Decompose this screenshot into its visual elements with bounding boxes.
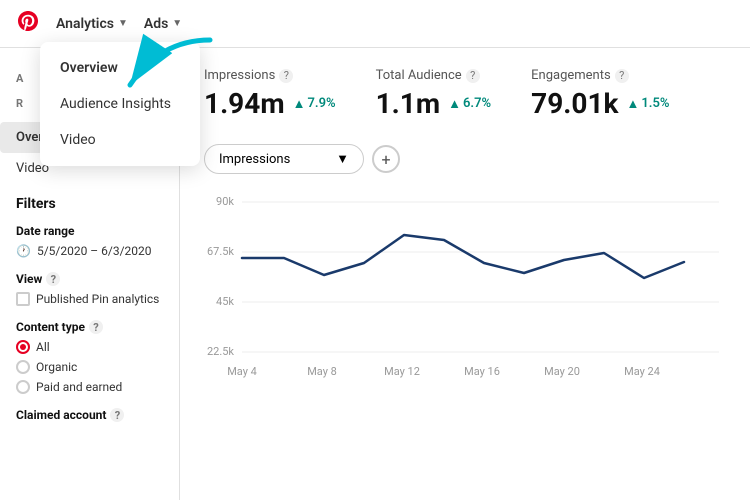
engagements-up-icon: ▲: [626, 96, 639, 112]
svg-text:May 8: May 8: [307, 365, 337, 378]
ads-label: Ads: [144, 16, 168, 32]
filters-section: Filters Date range 🕐 5/5/2020 – 6/3/2020…: [0, 184, 179, 448]
metric-impressions-value: 1.94m ▲ 7.9%: [204, 87, 336, 120]
metric-engagements-value: 79.01k ▲ 1.5%: [531, 87, 669, 120]
filters-title: Filters: [16, 196, 163, 212]
ads-nav-item[interactable]: Ads ▼: [144, 16, 182, 32]
view-help-icon: ?: [46, 272, 60, 286]
metric-select[interactable]: Impressions ▼: [204, 144, 364, 174]
view-label: View ?: [16, 272, 163, 286]
audience-up-icon: ▲: [448, 96, 461, 112]
dropdown-item-overview[interactable]: Overview: [40, 50, 200, 86]
dropdown-item-audience-insights[interactable]: Audience Insights: [40, 86, 200, 122]
content-type-filter: Content type ? All Organic Paid and earn…: [16, 320, 163, 394]
top-nav: Analytics ▼ Ads ▼: [0, 0, 750, 48]
content-type-options: All Organic Paid and earned: [16, 340, 163, 394]
metric-impressions-title: Impressions ?: [204, 68, 336, 83]
content-type-help-icon: ?: [89, 320, 103, 334]
claimed-account-filter: Claimed account ?: [16, 408, 163, 422]
content-type-label: Content type ?: [16, 320, 163, 334]
metric-impressions: Impressions ? 1.94m ▲ 7.9%: [204, 68, 336, 120]
metric-engagements: Engagements ? 79.01k ▲ 1.5%: [531, 68, 669, 120]
date-range-value[interactable]: 🕐 5/5/2020 – 6/3/2020: [16, 244, 163, 258]
audience-help-icon: ?: [466, 69, 480, 83]
svg-text:May 20: May 20: [544, 365, 580, 378]
ads-chevron-icon: ▼: [172, 18, 182, 29]
audience-change: ▲ 6.7%: [448, 96, 491, 112]
checkbox-box: [16, 292, 30, 306]
main-content: Impressions ? 1.94m ▲ 7.9% Total Audienc…: [180, 48, 750, 500]
radio-item-all[interactable]: All: [16, 340, 163, 354]
chart-wrapper: 90k 67.5k 45k 22.5k May 4 May 8 May 12 M…: [204, 190, 726, 394]
radio-all-circle: [16, 340, 30, 354]
analytics-label: Analytics: [56, 16, 114, 32]
impressions-help-icon: ?: [279, 69, 293, 83]
svg-text:May 16: May 16: [464, 365, 500, 378]
impressions-change: ▲ 7.9%: [293, 96, 336, 112]
svg-text:May 24: May 24: [624, 365, 660, 378]
metric-audience-value: 1.1m ▲ 6.7%: [376, 87, 492, 120]
add-metric-button[interactable]: +: [372, 145, 400, 173]
svg-text:22.5k: 22.5k: [207, 345, 234, 358]
analytics-chevron-icon: ▼: [118, 18, 128, 29]
select-chevron-icon: ▼: [336, 151, 349, 167]
date-range-label: Date range: [16, 224, 163, 238]
analytics-dropdown: Overview Audience Insights Video: [40, 42, 200, 166]
impressions-up-icon: ▲: [293, 96, 306, 112]
view-filter: View ? Published Pin analytics: [16, 272, 163, 306]
svg-text:May 12: May 12: [384, 365, 420, 378]
dropdown-item-video[interactable]: Video: [40, 122, 200, 158]
chart-controls: Impressions ▼ +: [204, 144, 726, 174]
radio-paid-circle: [16, 380, 30, 394]
metric-engagements-title: Engagements ?: [531, 68, 669, 83]
date-range-filter: Date range 🕐 5/5/2020 – 6/3/2020: [16, 224, 163, 258]
claimed-account-help-icon: ?: [110, 408, 124, 422]
pinterest-logo: [16, 9, 40, 39]
radio-item-organic[interactable]: Organic: [16, 360, 163, 374]
line-chart: 90k 67.5k 45k 22.5k May 4 May 8 May 12 M…: [204, 190, 724, 390]
engagements-help-icon: ?: [615, 69, 629, 83]
svg-text:May 4: May 4: [227, 365, 257, 378]
engagements-change: ▲ 1.5%: [626, 96, 669, 112]
claimed-account-label: Claimed account ?: [16, 408, 163, 422]
published-pin-checkbox[interactable]: Published Pin analytics: [16, 292, 163, 306]
svg-text:45k: 45k: [216, 295, 234, 308]
radio-item-paid-earned[interactable]: Paid and earned: [16, 380, 163, 394]
radio-organic-circle: [16, 360, 30, 374]
metric-audience-title: Total Audience ?: [376, 68, 492, 83]
svg-text:90k: 90k: [216, 195, 234, 208]
analytics-nav-item[interactable]: Analytics ▼: [56, 16, 128, 32]
svg-text:67.5k: 67.5k: [207, 245, 234, 258]
metric-total-audience: Total Audience ? 1.1m ▲ 6.7%: [376, 68, 492, 120]
clock-icon: 🕐: [16, 244, 31, 258]
metrics-row: Impressions ? 1.94m ▲ 7.9% Total Audienc…: [204, 68, 726, 120]
